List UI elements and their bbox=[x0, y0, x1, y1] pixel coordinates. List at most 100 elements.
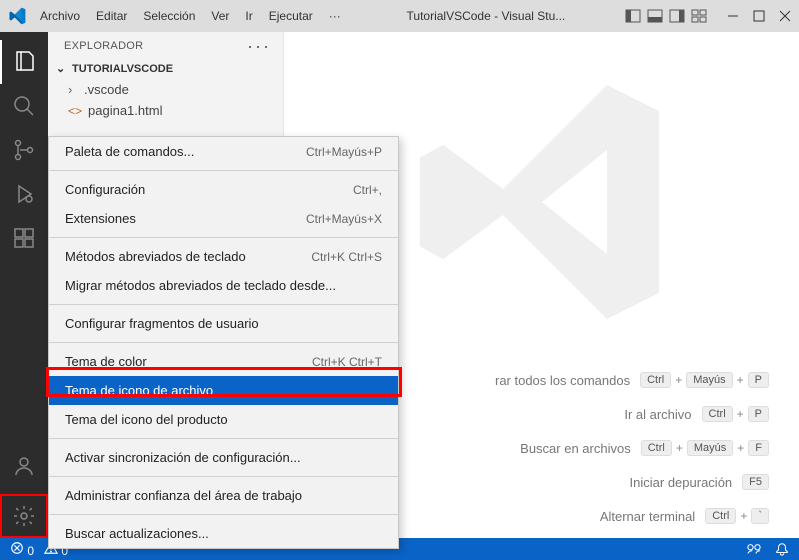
key: Ctrl bbox=[641, 440, 672, 456]
activity-bar bbox=[0, 32, 48, 538]
activity-accounts[interactable] bbox=[0, 444, 48, 488]
cmd-label: Alternar terminal bbox=[600, 509, 695, 524]
cmd-start-debugging: Iniciar depuración F5 bbox=[495, 474, 769, 490]
key: F bbox=[748, 440, 769, 456]
error-icon bbox=[10, 541, 24, 555]
activity-explorer[interactable] bbox=[0, 40, 48, 84]
activity-source-control[interactable] bbox=[0, 128, 48, 172]
menu-item[interactable]: Extensiones Ctrl+Mayús+X bbox=[49, 204, 398, 233]
menu-item-shortcut: Ctrl+Mayús+P bbox=[306, 145, 382, 159]
menu-item[interactable]: Configurar fragmentos de usuario bbox=[49, 309, 398, 338]
menu-item[interactable]: Tema de color Ctrl+K Ctrl+T bbox=[49, 347, 398, 376]
key: P bbox=[748, 406, 769, 422]
menu-item-label: Buscar actualizaciones... bbox=[65, 526, 209, 541]
menu-ver[interactable]: Ver bbox=[205, 5, 235, 27]
menu-item[interactable]: Buscar actualizaciones... bbox=[49, 519, 398, 548]
activity-manage[interactable] bbox=[0, 494, 48, 538]
feedback-icon[interactable] bbox=[747, 542, 761, 556]
menu-item[interactable]: Migrar métodos abreviados de teclado des… bbox=[49, 271, 398, 300]
vscode-logo-icon bbox=[8, 7, 26, 25]
activity-extensions[interactable] bbox=[0, 216, 48, 260]
key: Mayús bbox=[687, 440, 733, 456]
tree-file-pagina1[interactable]: <> pagina1.html bbox=[64, 100, 283, 121]
menu-editar[interactable]: Editar bbox=[90, 5, 133, 27]
window-controls bbox=[727, 10, 791, 22]
error-count: 0 bbox=[27, 544, 34, 558]
menu-item-label: Configuración bbox=[65, 182, 145, 197]
menu-separator bbox=[49, 304, 398, 305]
explorer-more-icon[interactable]: ··· bbox=[247, 41, 271, 51]
menu-item[interactable]: Activar sincronización de configuración.… bbox=[49, 443, 398, 472]
cmd-show-commands: rar todos los comandos Ctrl+Mayús+P bbox=[495, 372, 769, 388]
key: F5 bbox=[742, 474, 769, 490]
welcome-commands: rar todos los comandos Ctrl+Mayús+P Ir a… bbox=[495, 372, 769, 524]
cmd-label: Buscar en archivos bbox=[520, 441, 631, 456]
project-header[interactable]: ⌄ TUTORIALVSCODE bbox=[48, 58, 283, 79]
manage-context-menu: Paleta de comandos... Ctrl+Mayús+P Configu… bbox=[48, 136, 399, 549]
html-file-icon: <> bbox=[68, 104, 82, 118]
cmd-label: Ir al archivo bbox=[624, 407, 691, 422]
menu-item-shortcut: Ctrl+, bbox=[353, 183, 382, 197]
key: ` bbox=[751, 508, 769, 524]
menu-seleccion[interactable]: Selección bbox=[137, 5, 201, 27]
menu-item-label: Métodos abreviados de teclado bbox=[65, 249, 246, 264]
menu-archivo[interactable]: Archivo bbox=[34, 5, 86, 27]
account-icon bbox=[12, 454, 36, 478]
panel-left-icon[interactable] bbox=[625, 8, 641, 24]
menu-item[interactable]: Tema del icono del producto bbox=[49, 405, 398, 434]
menu-item-shortcut: Ctrl+K Ctrl+T bbox=[312, 355, 382, 369]
window-title: TutorialVSCode - Visual Stu... bbox=[347, 9, 625, 23]
activity-run-debug[interactable] bbox=[0, 172, 48, 216]
key: Mayús bbox=[686, 372, 732, 388]
menu-item-label: Tema de color bbox=[65, 354, 147, 369]
panel-bottom-icon[interactable] bbox=[647, 8, 663, 24]
explorer-title: EXPLORADOR bbox=[64, 40, 143, 52]
key: Ctrl bbox=[640, 372, 671, 388]
files-icon bbox=[13, 50, 37, 74]
bell-icon[interactable] bbox=[775, 542, 789, 556]
panel-right-icon[interactable] bbox=[669, 8, 685, 24]
cmd-go-to-file: Ir al archivo Ctrl+P bbox=[495, 406, 769, 422]
search-icon bbox=[12, 94, 36, 118]
cmd-label: Iniciar depuración bbox=[630, 475, 733, 490]
menu-separator bbox=[49, 170, 398, 171]
minimize-icon[interactable] bbox=[727, 10, 739, 22]
menu-overflow[interactable]: ··· bbox=[323, 5, 347, 27]
key: P bbox=[748, 372, 769, 388]
maximize-icon[interactable] bbox=[753, 10, 765, 22]
file-tree: › .vscode <> pagina1.html bbox=[48, 79, 283, 121]
close-icon[interactable] bbox=[779, 10, 791, 22]
status-errors[interactable]: 0 bbox=[10, 541, 34, 558]
menu-item-shortcut: Ctrl+Mayús+X bbox=[306, 212, 382, 226]
menu-separator bbox=[49, 342, 398, 343]
menu-item-label: Paleta de comandos... bbox=[65, 144, 194, 159]
menu-item-shortcut: Ctrl+K Ctrl+S bbox=[311, 250, 382, 264]
cmd-label: rar todos los comandos bbox=[495, 373, 630, 388]
menu-item[interactable]: Métodos abreviados de teclado Ctrl+K Ctrl… bbox=[49, 242, 398, 271]
tree-folder-vscode[interactable]: › .vscode bbox=[64, 79, 283, 100]
extensions-icon bbox=[12, 226, 36, 250]
debug-icon bbox=[12, 182, 36, 206]
menu-separator bbox=[49, 514, 398, 515]
key: Ctrl bbox=[702, 406, 733, 422]
menu-item-label: Configurar fragmentos de usuario bbox=[65, 316, 259, 331]
menu-ejecutar[interactable]: Ejecutar bbox=[263, 5, 319, 27]
chevron-right-icon: › bbox=[68, 82, 78, 97]
activity-search[interactable] bbox=[0, 84, 48, 128]
menu-item-label: Tema del icono del producto bbox=[65, 412, 228, 427]
menu-separator bbox=[49, 438, 398, 439]
project-name: TUTORIALVSCODE bbox=[72, 63, 173, 75]
source-control-icon bbox=[12, 138, 36, 162]
customize-layout-icon[interactable] bbox=[691, 8, 707, 24]
chevron-down-icon: ⌄ bbox=[56, 62, 68, 75]
menu-separator bbox=[49, 476, 398, 477]
folder-label: .vscode bbox=[84, 82, 129, 97]
menu-item-label: Extensiones bbox=[65, 211, 136, 226]
file-label: pagina1.html bbox=[88, 103, 162, 118]
menu-item[interactable]: Tema de icono de archivo bbox=[49, 376, 398, 405]
menu-ir[interactable]: Ir bbox=[239, 5, 258, 27]
menu-item[interactable]: Configuración Ctrl+, bbox=[49, 175, 398, 204]
menu-item[interactable]: Administrar confianza del área de trabaj… bbox=[49, 481, 398, 510]
layout-controls bbox=[625, 8, 707, 24]
menu-item[interactable]: Paleta de comandos... Ctrl+Mayús+P bbox=[49, 137, 398, 166]
